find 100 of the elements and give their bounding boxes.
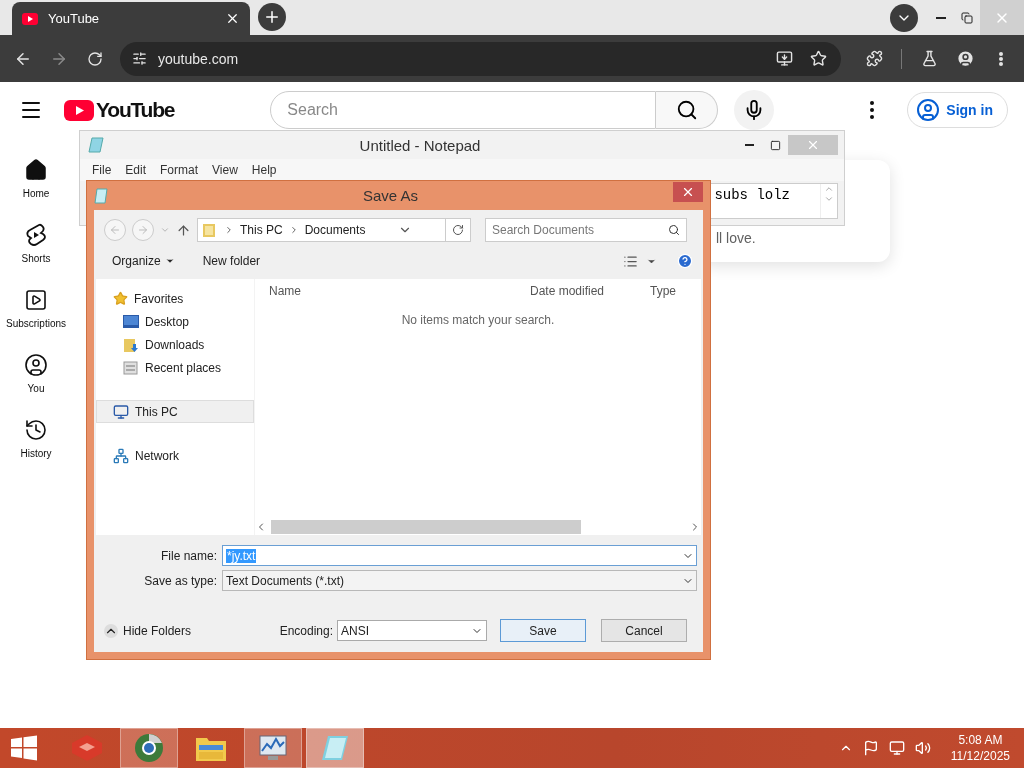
network-status-icon[interactable] <box>888 740 905 756</box>
new-folder-button[interactable]: New folder <box>202 254 261 268</box>
maximize-icon <box>769 139 781 151</box>
caret-icon <box>164 256 175 266</box>
dialog-button[interactable]: Cancel <box>601 619 687 642</box>
desktop-icon <box>123 315 139 328</box>
youtube-wordmark[interactable]: YouTube <box>96 98 175 122</box>
help-icon[interactable] <box>677 253 693 269</box>
sidebar-item[interactable]: Subscriptions <box>0 288 72 329</box>
nav-pane-item[interactable]: Favorites <box>96 287 254 310</box>
dialog-button[interactable]: Save <box>500 619 586 642</box>
up-button[interactable] <box>176 222 191 238</box>
shorts-icon <box>25 223 47 247</box>
breadcrumb-item[interactable]: This PC <box>240 223 283 237</box>
file-name-label: File name: <box>159 548 217 563</box>
search-field[interactable]: Search Documents <box>485 218 687 242</box>
search-button[interactable] <box>656 91 719 129</box>
tab-search-button[interactable] <box>890 3 918 32</box>
browser-tab[interactable]: YouTube <box>12 2 250 35</box>
chevron-icon <box>224 225 234 235</box>
sidebar-item[interactable]: Home <box>0 158 72 199</box>
performance-monitor-icon <box>257 734 289 762</box>
plus-icon <box>263 8 281 26</box>
column-header[interactable]: Name <box>269 284 530 298</box>
youtube-logo-icon <box>64 99 94 121</box>
windows-logo-icon <box>11 735 37 761</box>
save-as-type-label: Save as type: <box>143 573 217 588</box>
menu-item[interactable]: File <box>92 163 112 177</box>
search-icon <box>668 224 680 236</box>
search-icon <box>675 99 698 121</box>
voice-search-button[interactable] <box>734 90 775 130</box>
nav-pane-item[interactable]: This PC <box>96 400 254 423</box>
more-icon <box>870 101 875 119</box>
menu-item[interactable]: Help <box>251 163 277 177</box>
menu-item[interactable]: Edit <box>125 163 147 177</box>
close-icon[interactable] <box>225 11 240 26</box>
close-icon <box>806 138 820 152</box>
sidebar-item[interactable]: Shorts <box>0 223 72 264</box>
downloads-folder-icon <box>123 336 139 353</box>
chevron-down-icon <box>160 225 170 235</box>
menu-item[interactable]: Format <box>160 163 199 177</box>
notepad-icon <box>88 137 104 153</box>
new-tab-button[interactable] <box>258 3 286 31</box>
empty-message: No items match your search. <box>401 313 555 327</box>
scroll-down-icon <box>824 194 834 204</box>
reload-icon <box>87 50 103 67</box>
organize-button[interactable]: Organize <box>112 254 175 268</box>
user-icon <box>24 353 48 377</box>
sign-in-button[interactable]: Sign in <box>907 92 1008 128</box>
sidebar-item[interactable]: History <box>0 418 72 459</box>
window-title: Untitled - Notepad <box>358 136 482 154</box>
flask-icon <box>920 50 938 67</box>
install-icon <box>775 50 793 67</box>
breadcrumb-item[interactable]: Documents <box>304 223 366 237</box>
star-icon <box>809 50 827 67</box>
column-header[interactable]: Type <box>650 284 700 298</box>
encoding-dropdown[interactable]: ANSI <box>337 620 487 641</box>
nav-pane-item[interactable]: Desktop <box>96 310 254 333</box>
nav-pane-item[interactable]: Recent places <box>96 356 254 379</box>
close-icon <box>681 185 695 199</box>
hide-folders-button[interactable]: Hide Folders <box>104 623 192 638</box>
minimize-icon <box>936 16 946 19</box>
notepad-icon <box>94 187 108 204</box>
sidebar-item[interactable]: You <box>0 353 72 394</box>
folder-icon <box>202 222 218 238</box>
encoding-label: Encoding: <box>279 623 333 638</box>
column-header[interactable]: Date modified <box>530 284 650 298</box>
collapse-icon <box>104 623 118 638</box>
volume-icon[interactable] <box>914 740 931 756</box>
browser-icon <box>134 733 164 763</box>
dialog-title: Save As <box>361 187 419 204</box>
user-icon <box>916 98 941 122</box>
flag-icon[interactable] <box>862 740 879 756</box>
sliders-icon <box>131 51 147 66</box>
scroll-up-icon <box>824 184 834 194</box>
taskbar-app-button[interactable] <box>120 728 178 768</box>
breadcrumb-bar[interactable]: This PC Documents <box>197 218 471 242</box>
star-icon <box>113 291 128 306</box>
forward-arrow-icon <box>137 224 149 236</box>
view-options-button[interactable] <box>623 253 657 269</box>
recent-places-icon <box>123 359 139 376</box>
cube-app-icon <box>71 734 103 762</box>
computer-icon <box>113 403 129 420</box>
subscriptions-icon <box>24 288 48 312</box>
menu-item[interactable]: View <box>212 163 238 177</box>
nav-pane-item[interactable]: Network <box>96 444 254 467</box>
youtube-favicon-icon <box>22 12 38 25</box>
close-button[interactable] <box>673 182 703 202</box>
network-icon <box>113 447 129 464</box>
clock[interactable]: 5:08 AM 11/12/2025 <box>950 732 1010 764</box>
minimize-icon <box>744 144 754 146</box>
nav-pane-item[interactable]: Downloads <box>96 333 254 356</box>
list-view-icon <box>623 253 638 269</box>
notepad-icon <box>320 734 350 762</box>
save-as-type-dropdown[interactable]: Text Documents (*.txt) <box>222 570 697 591</box>
history-icon <box>24 418 48 442</box>
taskbar-app-button[interactable] <box>244 728 302 768</box>
card-text: ll love. <box>716 230 756 246</box>
more-icon <box>999 51 1003 66</box>
restore-icon <box>961 11 973 24</box>
